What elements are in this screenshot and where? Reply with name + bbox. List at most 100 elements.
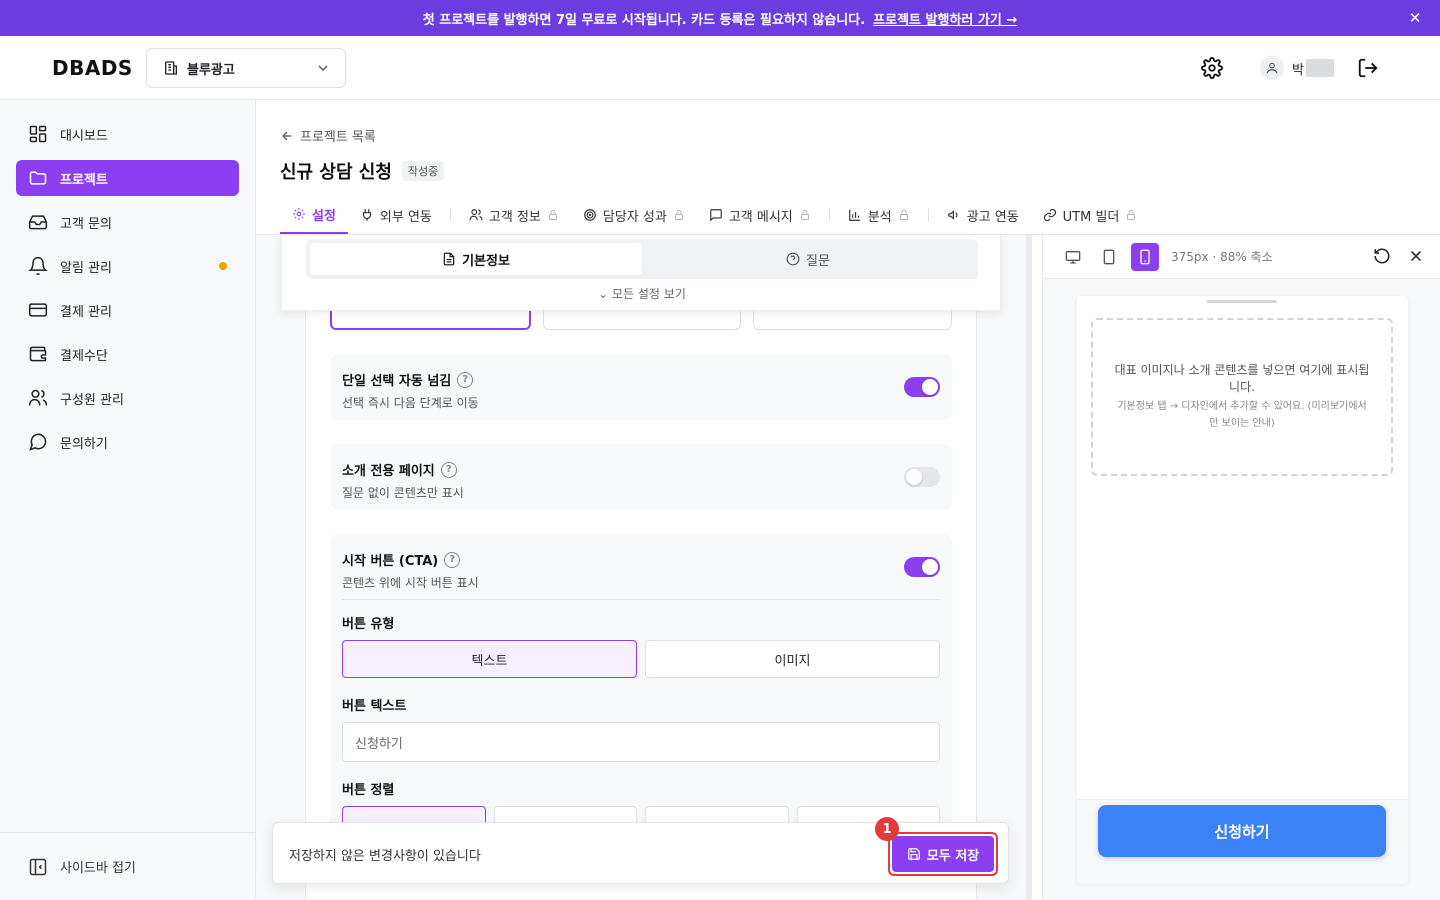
wallet-icon [29, 346, 47, 362]
tab-customer-message[interactable]: 고객 메시지 [697, 196, 823, 234]
org-select[interactable]: 블루광고 [146, 48, 346, 88]
lock-icon [674, 210, 683, 220]
user-icon [1266, 62, 1278, 74]
document-icon [443, 252, 455, 266]
smartphone-icon [1140, 249, 1150, 264]
tab-label: 설정 [312, 208, 336, 224]
help-icon[interactable]: ? [457, 371, 474, 388]
preview-panel: 375px · 88% 축소 대표 이미지나 소개 콘텐츠를 넣으면 여기에 표… [1042, 235, 1440, 900]
building-icon [165, 61, 177, 75]
editor-segment-control: 기본정보 질문 [306, 239, 978, 279]
setting-description: 콘텐츠 위에 시작 버튼 표시 [342, 576, 479, 590]
button-type-image-option[interactable]: 이미지 [645, 640, 940, 678]
placeholder-main-text: 대표 이미지나 소개 콘텐츠를 넣으면 여기에 표시됩니다. [1114, 363, 1370, 394]
lock-icon [1127, 210, 1136, 220]
close-icon[interactable] [1407, 247, 1425, 265]
tab-settings[interactable]: 설정 [280, 196, 348, 234]
user-name: 박 [1292, 62, 1304, 78]
tab-label: 분석 [867, 209, 892, 225]
segment-label: 질문 [806, 253, 830, 269]
sidebar-item-project[interactable]: 프로젝트 [16, 160, 239, 196]
help-icon[interactable]: ? [440, 461, 457, 478]
tab-label: 광고 연동 [966, 209, 1019, 225]
tab-label: UTM 빌더 [1062, 209, 1120, 225]
button-text-input[interactable] [342, 722, 940, 762]
segment-questions[interactable]: 질문 [642, 243, 974, 275]
tab-ad-integration[interactable]: 광고 연동 [935, 196, 1031, 234]
sidebar-item-dashboard[interactable]: 대시보드 [16, 116, 239, 152]
banner-close-icon[interactable]: ✕ [1406, 9, 1424, 27]
sidebar-item-label: 구성원 관리 [60, 392, 124, 408]
panel-resize-handle[interactable] [1026, 235, 1032, 900]
save-button-highlight: 모두 저장 [888, 832, 998, 876]
link-icon [1043, 208, 1056, 222]
tab-analytics[interactable]: 분석 [836, 196, 922, 234]
settings-gear-icon[interactable] [1200, 56, 1224, 80]
preview-cta-area: 신청하기 [1077, 799, 1408, 884]
inbox-icon [28, 215, 48, 230]
bell-icon [28, 256, 48, 276]
save-icon [907, 848, 920, 860]
setting-title: 시작 버튼 (CTA) ? [342, 550, 461, 569]
dashboard-icon [29, 125, 47, 143]
sidebar-item-contact[interactable]: 문의하기 [16, 424, 239, 460]
project-tabs: 설정 외부 연동 고객 정보 담당자 성과 고객 메시지 분석 광고 연동 UT… [280, 196, 1149, 234]
tablet-view-button[interactable] [1095, 243, 1123, 271]
intro-page-toggle[interactable] [904, 467, 940, 487]
help-icon[interactable]: ? [444, 551, 461, 568]
sidebar-collapse-button[interactable]: 사이드바 접기 [0, 832, 255, 900]
sidebar-item-inquiries[interactable]: 고객 문의 [16, 204, 239, 240]
sidebar-item-billing[interactable]: 결제 관리 [16, 292, 239, 328]
segment-basic-info[interactable]: 기본정보 [310, 243, 642, 275]
sidebar-item-notifications[interactable]: 알림 관리 [16, 248, 239, 284]
unsaved-changes-bar: 저장하지 않은 변경사항이 있습니다 모두 저장 1 [272, 817, 1009, 884]
setting-title-text: 시작 버튼 (CTA) [342, 554, 439, 569]
cta-toggle[interactable] [904, 557, 940, 577]
user-menu[interactable]: 박 [1260, 56, 1334, 80]
refresh-icon[interactable] [1373, 247, 1391, 265]
save-all-button[interactable]: 모두 저장 [892, 836, 994, 872]
button-align-label: 버튼 정렬 [342, 783, 395, 798]
plug-icon [362, 209, 372, 221]
preview-apply-button[interactable]: 신청하기 [1098, 805, 1386, 857]
desktop-view-button[interactable] [1059, 243, 1087, 271]
arrow-left-icon [282, 131, 292, 140]
tab-customer-info[interactable]: 고객 정보 [457, 196, 571, 234]
toggle-knob [906, 469, 922, 485]
logout-icon[interactable] [1356, 56, 1380, 80]
banner-publish-link[interactable]: 프로젝트 발행하러 가기 → [873, 9, 1017, 28]
preview-zoom-info: 375px · 88% 축소 [1171, 250, 1273, 264]
button-type-text-option[interactable]: 텍스트 [342, 640, 637, 678]
sidebar-item-label: 프로젝트 [60, 172, 108, 188]
sidebar-item-payment-method[interactable]: 결제수단 [16, 336, 239, 372]
placeholder-sub-text: 기본정보 탭 → 디자인에서 추가할 수 있어요. (미리보기에서만 보이는 안… [1117, 401, 1367, 429]
tab-utm-builder[interactable]: UTM 빌더 [1031, 196, 1150, 234]
tab-divider [449, 208, 451, 222]
mobile-view-button[interactable] [1131, 242, 1159, 271]
notification-dot [219, 262, 227, 270]
back-to-projects-link[interactable]: 프로젝트 목록 [280, 126, 376, 145]
auto-next-toggle[interactable] [904, 377, 940, 397]
tab-agent-performance[interactable]: 담당자 성과 [571, 196, 697, 234]
folder-icon [29, 171, 47, 185]
back-label: 프로젝트 목록 [300, 130, 376, 145]
button-type-options: 텍스트 이미지 [342, 640, 940, 678]
button-text-label: 버튼 텍스트 [342, 699, 407, 714]
sidebar-item-label: 문의하기 [60, 436, 108, 452]
show-all-settings-toggle[interactable]: ⌄ 모든 설정 보기 [282, 285, 1002, 302]
tab-external-integration[interactable]: 외부 연동 [348, 196, 444, 234]
setting-title: 단일 선택 자동 넘김 ? [342, 370, 474, 389]
mobile-preview-frame: 대표 이미지나 소개 콘텐츠를 넣으면 여기에 표시됩니다. 기본정보 탭 → … [1077, 296, 1408, 884]
lock-icon [800, 210, 809, 220]
avatar [1260, 56, 1284, 80]
tab-divider [828, 208, 830, 222]
card-icon [28, 303, 48, 317]
status-badge: 작성중 [401, 161, 445, 181]
chat-icon [29, 433, 47, 451]
monitor-icon [1065, 250, 1081, 264]
users-icon [28, 389, 48, 406]
sidebar-item-members[interactable]: 구성원 관리 [16, 380, 239, 416]
tab-label: 외부 연동 [379, 209, 432, 225]
phone-handle [1207, 300, 1277, 303]
logo[interactable]: DBADS [52, 56, 133, 80]
